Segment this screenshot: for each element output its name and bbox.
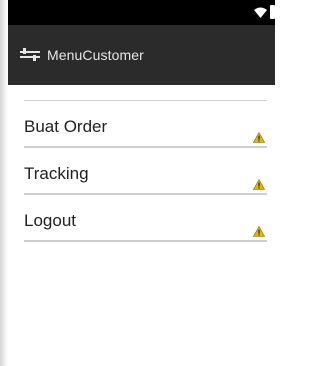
menu-item-buat-order[interactable]: Buat Order: [24, 101, 267, 148]
warning-icon: [253, 179, 265, 190]
menu-item-label: Logout: [24, 211, 76, 230]
menu-item-tracking[interactable]: Tracking: [24, 148, 267, 195]
menu-item-label: Buat Order: [24, 117, 108, 136]
warning-icon: [253, 132, 265, 143]
app-title: MenuCustomer: [47, 47, 144, 63]
status-icons: [254, 3, 275, 21]
menu-item-logout[interactable]: Logout: [24, 195, 267, 242]
menu-item-label: Tracking: [24, 164, 89, 183]
menu-list: Buat Order Tracking Logout: [24, 101, 267, 242]
action-bar: MenuCustomer: [8, 25, 275, 85]
app-icon: [20, 48, 40, 61]
wifi-icon: [254, 7, 267, 18]
warning-icon: [253, 226, 265, 237]
battery-icon: [270, 5, 275, 19]
status-bar: [8, 0, 275, 25]
left-edge-shadow: [0, 0, 8, 366]
